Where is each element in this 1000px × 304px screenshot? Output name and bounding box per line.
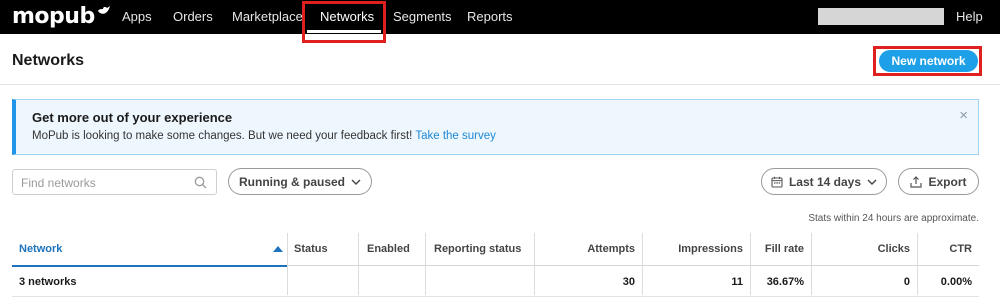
column-header-ctr[interactable]: CTR bbox=[917, 233, 972, 266]
nav-item-segments[interactable]: Segments bbox=[393, 0, 452, 34]
banner-message: MoPub is looking to make some changes. B… bbox=[32, 130, 496, 142]
column-header-reporting-status[interactable]: Reporting status bbox=[434, 233, 521, 266]
search-icon[interactable] bbox=[194, 176, 207, 189]
nav-item-marketplace[interactable]: Marketplace bbox=[232, 0, 303, 34]
chevron-down-icon bbox=[867, 179, 877, 185]
date-range-label: Last 14 days bbox=[788, 174, 862, 189]
status-filter-label: Running & paused bbox=[239, 174, 345, 189]
nav-item-apps[interactable]: Apps bbox=[122, 0, 152, 34]
cell-fill-rate: 36.67% bbox=[766, 276, 804, 288]
cell-network: 3 networks bbox=[19, 276, 77, 288]
column-header-enabled[interactable]: Enabled bbox=[367, 233, 410, 266]
cell-attempts: 30 bbox=[622, 276, 635, 288]
bird-icon bbox=[97, 6, 110, 14]
export-button[interactable]: Export bbox=[898, 168, 979, 195]
column-header-fill-rate[interactable]: Fill rate bbox=[750, 233, 804, 266]
date-range-dropdown[interactable]: Last 14 days bbox=[761, 168, 887, 195]
chevron-down-icon bbox=[351, 179, 361, 185]
highlight-box-new-network bbox=[873, 46, 982, 76]
sort-ascending-icon[interactable] bbox=[273, 246, 283, 252]
nav-item-reports[interactable]: Reports bbox=[467, 0, 513, 34]
export-label: Export bbox=[928, 174, 967, 189]
search-field bbox=[12, 169, 217, 195]
banner-title: Get more out of your experience bbox=[32, 110, 233, 125]
table-row-summary: 3 networks 30 11 36.67% 0 0.00% bbox=[12, 267, 979, 297]
take-survey-link[interactable]: Take the survey bbox=[415, 130, 496, 142]
stats-note: Stats within 24 hours are approximate. bbox=[808, 213, 979, 224]
account-menu[interactable] bbox=[818, 8, 944, 25]
help-link[interactable]: Help bbox=[956, 0, 983, 34]
cell-ctr: 0.00% bbox=[940, 276, 972, 288]
column-header-clicks[interactable]: Clicks bbox=[811, 233, 910, 266]
banner-text: MoPub is looking to make some changes. B… bbox=[32, 130, 413, 142]
close-icon[interactable]: × bbox=[959, 108, 968, 123]
feedback-banner: Get more out of your experience MoPub is… bbox=[12, 99, 979, 155]
nav-item-orders[interactable]: Orders bbox=[173, 0, 213, 34]
top-nav: mopub Apps Orders Marketplace Networks S… bbox=[0, 0, 1000, 34]
mopub-logo[interactable]: mopub bbox=[12, 3, 111, 29]
calendar-icon bbox=[771, 176, 783, 188]
table-header: Network Status Enabled Reporting status … bbox=[12, 233, 979, 295]
column-header-impressions[interactable]: Impressions bbox=[642, 233, 743, 266]
status-filter-dropdown[interactable]: Running & paused bbox=[228, 168, 372, 195]
divider bbox=[0, 84, 1000, 85]
column-header-network[interactable]: Network bbox=[19, 233, 62, 266]
highlight-box-networks-tab bbox=[302, 1, 386, 43]
search-input[interactable] bbox=[21, 174, 191, 191]
export-icon bbox=[910, 175, 923, 188]
column-header-status[interactable]: Status bbox=[294, 233, 328, 266]
page-title: Networks bbox=[12, 52, 85, 69]
cell-clicks: 0 bbox=[903, 276, 910, 288]
column-header-attempts[interactable]: Attempts bbox=[534, 233, 635, 266]
logo-text: mopub bbox=[12, 3, 95, 29]
cell-impressions: 11 bbox=[731, 276, 743, 288]
